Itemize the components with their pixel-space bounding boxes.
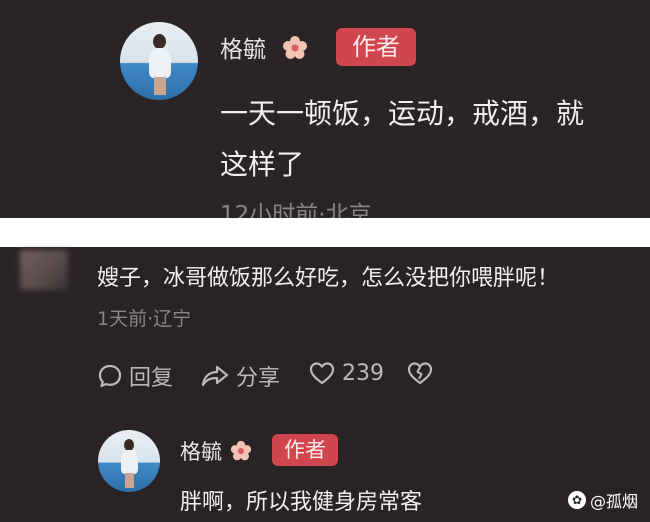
comment-meta: 12小时前·北京 — [220, 202, 372, 218]
weibo-logo-icon: ✿ — [567, 491, 586, 509]
top-comment-panel: 格毓 作者 一天一顿饭，运动，戒酒，就 这样了 12小时前·北京 — [0, 0, 650, 218]
reply-comment-text: 嫂子，冰哥做饭那么好吃，怎么没把你喂胖呢！ — [97, 266, 560, 291]
share-button[interactable]: 分享 — [200, 360, 280, 392]
reply-comment-meta: 1天前·辽宁 — [97, 308, 192, 330]
reply-label: 回复 — [129, 366, 174, 391]
share-arrow-icon — [201, 365, 229, 387]
like-count: 239 — [342, 360, 384, 386]
author-reply-text: 胖啊，所以我健身房常客 — [180, 490, 423, 515]
share-label: 分享 — [236, 366, 281, 391]
like-button[interactable]: 239 — [308, 360, 384, 386]
broken-heart-icon — [407, 362, 433, 385]
flower-icon — [230, 440, 252, 461]
reply-button[interactable]: 回复 — [97, 360, 173, 392]
author-reply-avatar[interactable] — [98, 430, 160, 492]
watermark-text: @孤烟 — [589, 492, 638, 511]
watermark: ✿ @孤烟 — [567, 488, 638, 512]
user-avatar[interactable] — [120, 22, 198, 100]
comment-bubble-icon — [98, 364, 122, 388]
author-reply-badge: 作者 — [272, 434, 338, 466]
username[interactable]: 格毓 — [220, 30, 266, 64]
comment-text-line2: 这样了 — [220, 148, 305, 181]
dislike-button[interactable] — [406, 360, 434, 386]
heart-icon — [309, 362, 335, 385]
flower-icon — [283, 36, 307, 59]
author-reply-username[interactable]: 格毓 — [180, 436, 222, 466]
blurred-avatar — [20, 250, 68, 290]
reply-thread-panel: 嫂子，冰哥做饭那么好吃，怎么没把你喂胖呢！ 1天前·辽宁 回复 分享 239 格… — [0, 247, 650, 522]
author-badge: 作者 — [336, 28, 416, 66]
comment-text-line1: 一天一顿饭，运动，戒酒，就 — [220, 97, 585, 130]
